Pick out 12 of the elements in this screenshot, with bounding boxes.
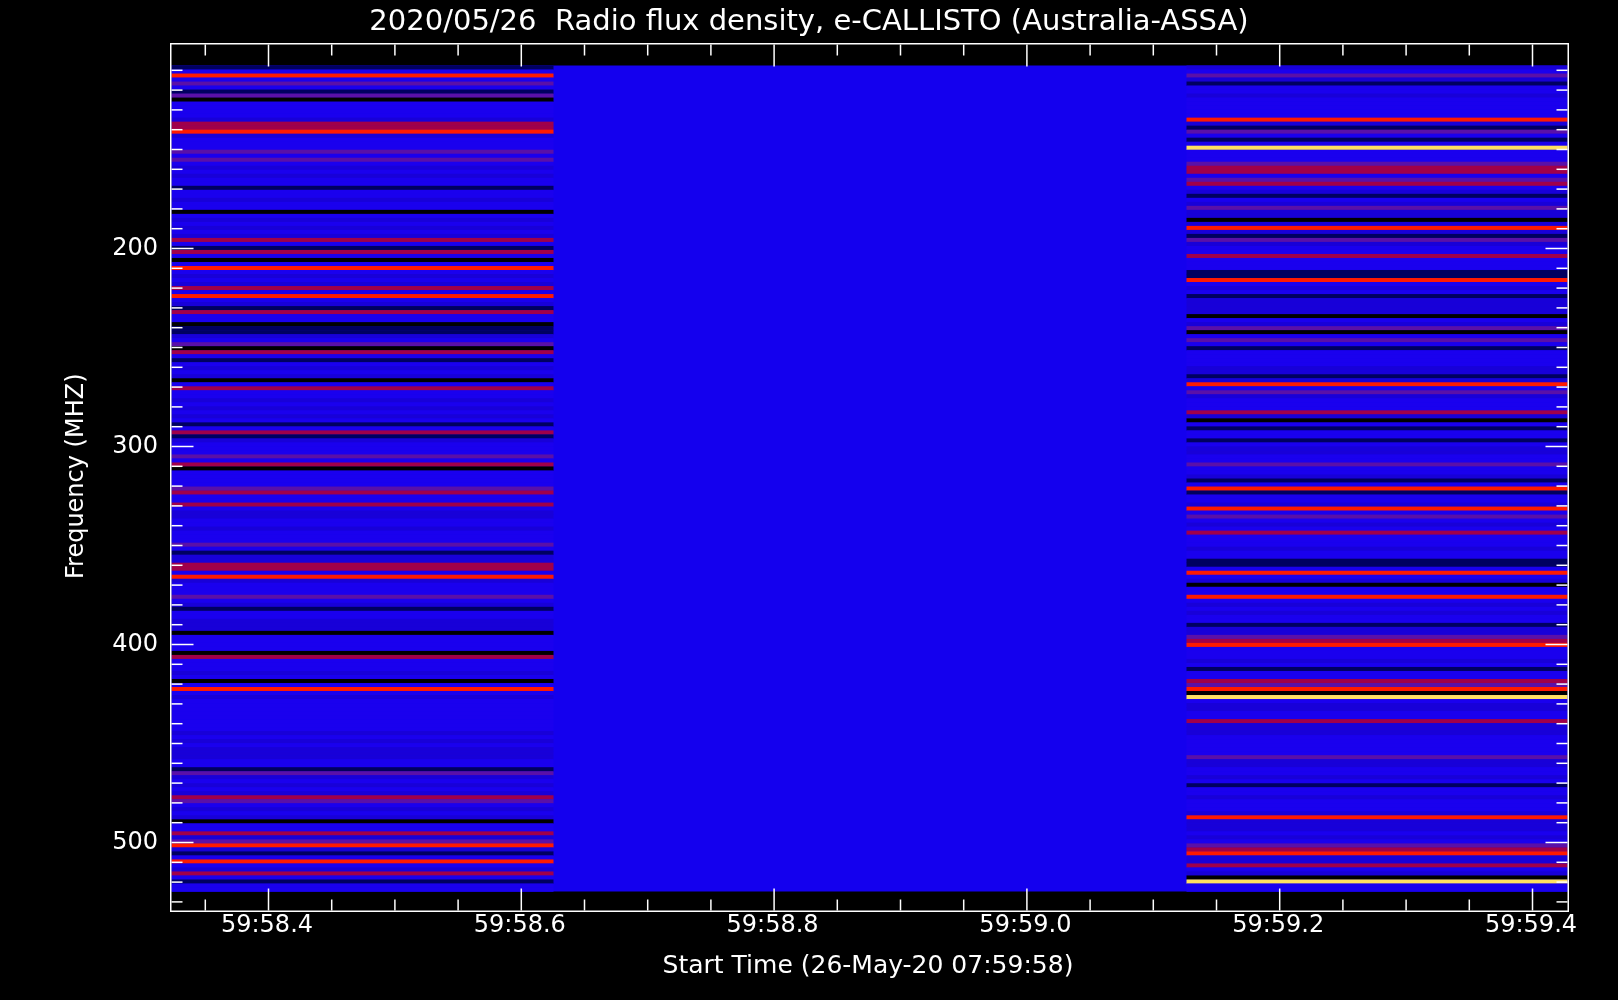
- y-tick-label: 400: [112, 629, 158, 657]
- x-tick-label: 59:58.4: [220, 910, 314, 938]
- x-tick-label: 59:59.0: [979, 910, 1072, 938]
- chart-title: 2020/05/26 Radio flux density, e-CALLISTO (Australia-ASSA): [368, 2, 1250, 38]
- x-axis-label: Start Time (26-May-20 07:59:58): [661, 950, 1075, 980]
- x-tick-label: 59:58.8: [726, 910, 819, 938]
- x-tick-label: 59:59.4: [1484, 910, 1578, 938]
- x-tick-label: 59:58.6: [473, 910, 566, 938]
- y-tick-label: 500: [112, 827, 158, 855]
- y-tick-label: 200: [112, 233, 158, 261]
- x-tick-label: 59:59.2: [1232, 910, 1325, 938]
- y-tick-label: 300: [112, 431, 158, 459]
